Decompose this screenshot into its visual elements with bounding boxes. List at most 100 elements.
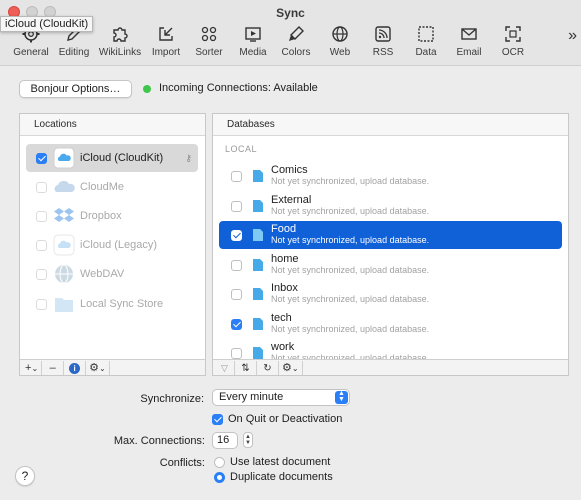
- quit-checkbox[interactable]: [212, 413, 223, 425]
- bonjour-options-button[interactable]: Bonjour Options…: [19, 80, 132, 98]
- synchronize-select[interactable]: Every minute ▲ ▼: [212, 389, 350, 406]
- info-button[interactable]: i: [64, 360, 87, 375]
- databases-header: Databases: [213, 114, 568, 136]
- icloud-icon: [53, 147, 75, 169]
- toolbar-label: Colors: [281, 47, 311, 58]
- toolbar-label: OCR: [501, 47, 525, 58]
- database-item[interactable]: tech Not yet synchronized, upload databas…: [219, 310, 562, 338]
- database-options-button[interactable]: ▽: [215, 360, 235, 375]
- toolbar-label: General: [13, 47, 49, 58]
- database-item[interactable]: home Not yet synchronized, upload databas…: [219, 251, 562, 279]
- location-action-menu-button[interactable]: ⚙⌄: [86, 360, 110, 375]
- location-checkbox[interactable]: [36, 152, 47, 164]
- database-status: Not yet synchronized, upload database.: [271, 235, 430, 245]
- conflict-label: Duplicate documents: [230, 471, 333, 483]
- data-icon: [418, 26, 434, 42]
- toolbar-label: Media: [239, 47, 267, 58]
- conflict-option-duplicate[interactable]: Duplicate documents: [214, 471, 333, 483]
- database-checkbox[interactable]: [231, 347, 242, 359]
- toolbar-overflow-button[interactable]: »: [568, 27, 577, 45]
- database-status: Not yet synchronized, upload database.: [271, 265, 430, 275]
- puzzle-icon: [113, 27, 128, 42]
- database-file-icon: [253, 200, 263, 212]
- toolbar-label: Web: [329, 47, 351, 58]
- max-connections-label: Max. Connections:: [113, 435, 205, 447]
- connection-status-text: Incoming Connections: Available: [159, 82, 318, 94]
- locations-panel: Locations iCloud (CloudKit) ⚷ CloudMe Dr…: [19, 113, 206, 376]
- window-titlebar: Sync General Editing WikiLinks Import So…: [0, 0, 581, 66]
- database-name: home: [271, 253, 299, 265]
- database-action-menu-button[interactable]: ⚙⌄: [279, 360, 303, 375]
- location-checkbox[interactable]: [36, 239, 47, 251]
- rss-icon: [375, 26, 391, 42]
- database-file-icon: [253, 229, 263, 241]
- location-label: Dropbox: [80, 210, 122, 222]
- database-status: Not yet synchronized, upload database.: [271, 324, 430, 334]
- database-file-icon: [253, 347, 263, 359]
- location-item[interactable]: CloudMe: [26, 173, 198, 201]
- filter-icon: ▽: [221, 362, 228, 373]
- conflicts-label: Conflicts:: [159, 457, 205, 469]
- conflict-label: Use latest document: [230, 456, 331, 468]
- database-checkbox[interactable]: [231, 200, 242, 212]
- conflict-radio[interactable]: [214, 471, 225, 483]
- quit-option[interactable]: On Quit or Deactivation: [212, 413, 342, 425]
- key-icon: ⚷: [185, 152, 192, 163]
- synchronize-label: Synchronize:: [140, 393, 204, 405]
- database-item[interactable]: Inbox Not yet synchronized, upload databa…: [219, 280, 562, 308]
- location-label: CloudMe: [80, 181, 125, 193]
- location-checkbox[interactable]: [36, 268, 47, 280]
- location-checkbox[interactable]: [36, 298, 47, 310]
- database-checkbox[interactable]: [231, 288, 242, 300]
- connection-status-icon: [143, 85, 151, 93]
- location-checkbox[interactable]: [36, 181, 47, 193]
- location-item[interactable]: WebDAV: [26, 260, 198, 288]
- database-item-selected[interactable]: Food Not yet synchronized, upload databas…: [219, 221, 562, 249]
- location-item[interactable]: Dropbox: [26, 202, 198, 230]
- max-connections-stepper[interactable]: ▲ ▼: [243, 432, 253, 448]
- database-status: Not yet synchronized, upload database.: [271, 176, 430, 186]
- database-file-icon: [253, 259, 263, 271]
- database-checkbox[interactable]: [231, 229, 242, 241]
- max-connections-field[interactable]: 16: [212, 432, 238, 449]
- ocr-icon: [505, 26, 521, 42]
- locations-footer: +⌄ – i ⚙⌄: [20, 359, 205, 375]
- conflict-option-latest[interactable]: Use latest document: [214, 456, 330, 468]
- chevron-down-icon: ⌄: [291, 363, 299, 373]
- media-icon: [245, 27, 261, 42]
- database-name: Food: [271, 223, 297, 235]
- location-item[interactable]: iCloud (Legacy): [26, 231, 198, 259]
- database-item[interactable]: External Not yet synchronized, upload dat…: [219, 192, 562, 220]
- database-file-icon: [253, 170, 263, 182]
- conflict-radio[interactable]: [214, 456, 225, 468]
- dropbox-icon: [54, 208, 74, 222]
- remove-location-button[interactable]: –: [42, 360, 65, 375]
- updown-chevron-icon: ▲ ▼: [335, 390, 348, 404]
- icloud-icon: [53, 234, 75, 256]
- toolbar-label: RSS: [372, 47, 394, 58]
- location-checkbox[interactable]: [36, 210, 47, 222]
- sync-direction-button[interactable]: ⇅: [235, 360, 257, 375]
- toolbar-ocr[interactable]: OCR: [485, 24, 541, 58]
- toolbar-label: Data: [415, 47, 437, 58]
- gear-icon: ⚙: [282, 361, 292, 374]
- database-checkbox[interactable]: [231, 170, 242, 182]
- synchronize-now-button[interactable]: ↻: [257, 360, 279, 375]
- location-item[interactable]: Local Sync Store: [26, 290, 198, 318]
- import-icon: [159, 27, 173, 41]
- locations-header: Locations: [20, 114, 205, 136]
- location-label: iCloud (Legacy): [80, 239, 158, 251]
- swap-arrows-icon: ⇅: [241, 362, 250, 374]
- sorter-icon: [201, 26, 217, 42]
- toolbar-label: WikiLinks: [98, 47, 142, 58]
- add-location-button[interactable]: +⌄: [22, 360, 43, 375]
- location-item[interactable]: iCloud (CloudKit) ⚷: [26, 144, 198, 172]
- database-status: Not yet synchronized, upload database.: [271, 206, 430, 216]
- toolbar-label: Import: [151, 47, 181, 58]
- database-item[interactable]: Comics Not yet synchronized, upload datab…: [219, 162, 562, 190]
- webdav-globe-icon: [55, 264, 73, 284]
- help-button[interactable]: ?: [15, 466, 35, 486]
- database-checkbox[interactable]: [231, 318, 242, 330]
- gear-icon: ⚙: [89, 361, 100, 374]
- database-checkbox[interactable]: [231, 259, 242, 271]
